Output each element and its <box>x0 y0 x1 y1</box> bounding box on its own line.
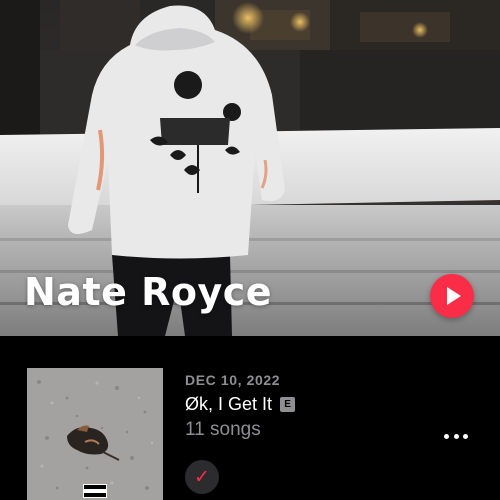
play-button[interactable] <box>430 274 474 318</box>
more-options-button[interactable] <box>444 430 468 442</box>
song-count: 11 songs <box>185 419 261 440</box>
artist-name: Nate Royce <box>24 270 273 314</box>
release-title[interactable]: Øk, I Get It <box>185 394 272 415</box>
play-icon <box>447 287 461 305</box>
release-title-row: Øk, I Get It E <box>185 394 296 415</box>
artist-hero: Nate Royce <box>0 0 500 336</box>
album-artwork <box>27 368 163 500</box>
release-date: DEC 10, 2022 <box>185 372 281 388</box>
ellipsis-icon <box>453 433 459 439</box>
added-to-library-button[interactable]: ✓ <box>185 460 219 494</box>
release-meta: DEC 10, 2022 Øk, I Get It E 11 songs <box>185 372 296 441</box>
album-cover[interactable] <box>27 368 163 500</box>
ellipsis-icon <box>444 433 449 439</box>
explicit-badge: E <box>280 397 296 412</box>
ellipsis-icon <box>463 433 468 439</box>
latest-release: DEC 10, 2022 Øk, I Get It E 11 songs ✓ <box>0 336 500 500</box>
checkmark-icon: ✓ <box>194 465 210 488</box>
